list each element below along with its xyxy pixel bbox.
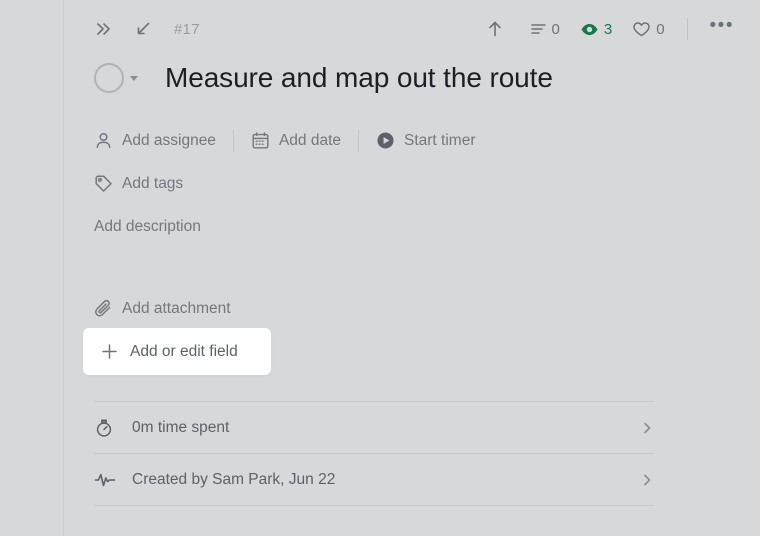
subtask-list-icon	[530, 21, 547, 37]
meta-separator	[232, 129, 234, 152]
play-circle-icon	[376, 131, 395, 150]
title-row: Measure and map out the route	[94, 62, 734, 94]
status-circle-icon[interactable]	[94, 63, 124, 93]
chevron-right-icon	[640, 421, 654, 435]
more-options-button[interactable]: •••	[706, 16, 738, 38]
add-assignee-label: Add assignee	[122, 131, 216, 149]
attachment-row: Add attachment	[94, 296, 231, 321]
tag-icon	[94, 174, 113, 193]
person-icon	[94, 131, 113, 150]
watchers-stat[interactable]: 3	[576, 19, 616, 40]
diagonal-arrow-icon[interactable]	[134, 20, 152, 38]
start-timer-button[interactable]: Start timer	[376, 128, 475, 153]
add-assignee-button[interactable]: Add assignee	[94, 128, 216, 153]
stopwatch-icon	[94, 418, 122, 438]
add-tags-label: Add tags	[122, 174, 184, 192]
paperclip-icon	[94, 299, 113, 318]
add-date-button[interactable]: Add date	[251, 128, 341, 153]
add-or-edit-field-button[interactable]: Add or edit field	[83, 328, 271, 375]
likes-stat[interactable]: 0	[628, 19, 668, 40]
task-id: #17	[174, 20, 200, 38]
add-description-field[interactable]: Add description	[94, 215, 201, 239]
header-divider	[686, 18, 688, 40]
created-by-row[interactable]: Created by Sam Park, Jun 22	[94, 454, 654, 505]
header-left-group: #17	[94, 20, 200, 38]
meta-row-primary: Add assignee Add date Start timer	[94, 128, 475, 153]
meta-row-tags: Add tags	[94, 171, 183, 196]
eye-icon	[580, 22, 599, 37]
add-date-label: Add date	[278, 131, 341, 149]
add-tags-button[interactable]: Add tags	[94, 171, 183, 196]
add-or-edit-field-label: Add or edit field	[130, 342, 238, 360]
start-timer-label: Start timer	[404, 131, 476, 149]
add-attachment-button[interactable]: Add attachment	[94, 296, 231, 321]
detail-list: 0m time spent Created by Sam Park, Jun 2…	[94, 401, 654, 506]
page-title[interactable]: Measure and map out the route	[165, 62, 553, 94]
activity-pulse-icon	[94, 471, 122, 489]
created-by-label: Created by Sam Park, Jun 22	[132, 470, 336, 488]
up-arrow-icon[interactable]	[486, 19, 504, 39]
chevron-right-icon	[640, 473, 654, 487]
task-header: #17 0 3 0 •••	[64, 0, 760, 58]
meta-separator	[358, 129, 359, 152]
double-chevron-right-icon[interactable]	[94, 20, 112, 38]
caret-down-icon[interactable]	[130, 75, 138, 81]
list-separator	[94, 505, 654, 506]
likes-count: 0	[656, 20, 665, 38]
add-attachment-label: Add attachment	[122, 299, 231, 317]
task-detail-panel: #17 0 3 0 ••• Measure and map out the ro…	[64, 0, 760, 536]
left-rail	[0, 0, 64, 536]
header-right-group: 0 3 0 •••	[486, 16, 739, 40]
calendar-icon	[251, 131, 270, 150]
plus-icon	[100, 342, 119, 361]
heart-icon	[632, 21, 651, 38]
subtasks-count: 0	[551, 20, 560, 38]
time-spent-row[interactable]: 0m time spent	[94, 402, 654, 453]
subtasks-stat[interactable]: 0	[526, 19, 564, 40]
watchers-count: 3	[603, 20, 613, 38]
task-detail-overlay: #17 0 3 0 ••• Measure and map out the ro…	[0, 0, 760, 536]
time-spent-label: 0m time spent	[132, 418, 230, 436]
